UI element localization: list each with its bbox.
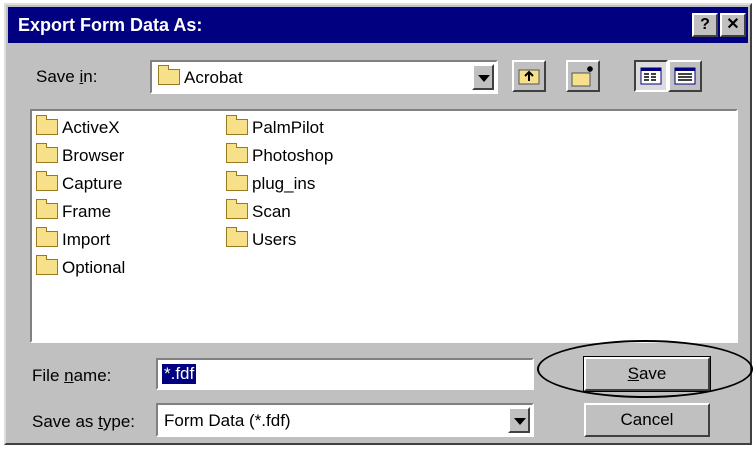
close-icon: ✕	[726, 16, 740, 33]
help-icon: ?	[700, 16, 710, 33]
create-new-folder-icon	[571, 66, 593, 87]
chevron-down-icon[interactable]	[472, 64, 494, 90]
dialog-title: Export Form Data As:	[18, 15, 203, 35]
file-name-input[interactable]: *.fdf	[156, 358, 534, 390]
save-as-type-value: Form Data (*.fdf)	[164, 411, 291, 430]
list-item[interactable]: ActiveX	[36, 114, 120, 141]
folder-icon	[226, 170, 248, 191]
title-bar[interactable]: Export Form Data As: ? ✕	[8, 7, 748, 43]
highlight-ellipse	[537, 340, 753, 398]
file-name-label: File name:	[32, 366, 112, 385]
list-item[interactable]: Frame	[36, 198, 111, 225]
list-item[interactable]: PalmPilot	[226, 114, 324, 141]
list-item[interactable]: Optional	[36, 254, 125, 281]
chevron-down-icon[interactable]	[508, 407, 530, 433]
help-button[interactable]: ?	[692, 13, 718, 37]
details-view-icon	[674, 67, 696, 85]
list-item[interactable]: Import	[36, 226, 110, 253]
list-view-button[interactable]	[634, 60, 668, 92]
list-item[interactable]: Browser	[36, 142, 124, 169]
save-as-type-label: Save as type:	[32, 412, 136, 431]
folder-icon	[36, 226, 58, 247]
folder-icon	[36, 142, 58, 163]
save-in-value: Acrobat	[184, 68, 243, 87]
save-as-type-dropdown[interactable]: Form Data (*.fdf)	[156, 403, 534, 437]
folder-icon	[158, 64, 180, 85]
details-view-button[interactable]	[668, 60, 702, 92]
list-view-icon	[640, 67, 662, 85]
folder-icon	[36, 114, 58, 135]
up-one-level-icon	[518, 69, 540, 85]
create-new-folder-button[interactable]	[566, 60, 600, 92]
up-one-level-button[interactable]	[512, 60, 546, 92]
folder-icon	[226, 142, 248, 163]
cancel-button[interactable]: Cancel	[584, 403, 710, 437]
save-in-dropdown[interactable]: Acrobat	[150, 60, 498, 94]
save-in-label: Save in:	[36, 67, 98, 86]
file-name-value: *.fdf	[162, 364, 197, 384]
list-item[interactable]: plug_ins	[226, 170, 315, 197]
close-button[interactable]: ✕	[720, 13, 746, 37]
list-item[interactable]: Users	[226, 226, 296, 253]
list-item[interactable]: Scan	[226, 198, 291, 225]
list-item[interactable]: Capture	[36, 170, 122, 197]
folder-icon	[36, 254, 58, 275]
folder-icon	[226, 198, 248, 219]
file-list[interactable]: ActiveX Browser Capture Frame Import Opt…	[30, 109, 738, 343]
folder-icon	[36, 198, 58, 219]
folder-icon	[226, 114, 248, 135]
list-item[interactable]: Photoshop	[226, 142, 333, 169]
folder-icon	[36, 170, 58, 191]
folder-icon	[226, 226, 248, 247]
